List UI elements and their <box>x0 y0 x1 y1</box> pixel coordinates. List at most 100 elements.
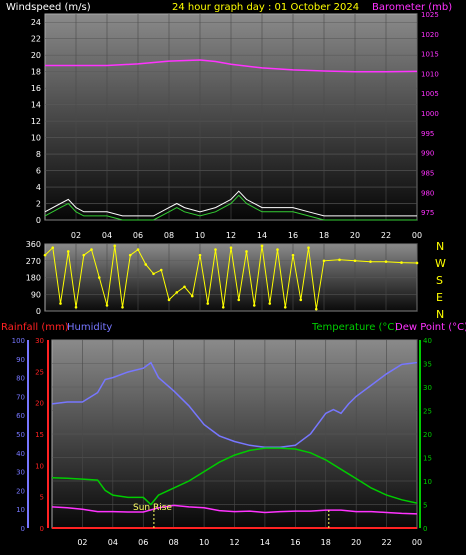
wind-direction-point <box>268 302 272 305</box>
wind-direction-point <box>90 248 93 251</box>
wind-x-tick-label: 08 <box>164 231 174 240</box>
wind-direction-point <box>353 259 357 263</box>
humidity-y-tick-label: 80 <box>16 375 25 383</box>
wind-direction-point <box>159 268 163 272</box>
compass-south: S <box>436 274 443 287</box>
barometer-axis-title: Barometer (mb) <box>372 2 452 13</box>
humidity-axis-title: Humidity <box>67 322 112 333</box>
wind-y-tick-label: 6 <box>36 167 41 176</box>
rainfall-y-tick-label: 0 <box>40 525 44 533</box>
humidity-y-tick-label: 90 <box>16 356 25 364</box>
wind-x-tick-label: 00 <box>412 231 422 240</box>
wind-y-tick-label: 22 <box>31 35 41 44</box>
temp-x-tick-label: 10 <box>199 538 209 547</box>
direction-y-tick-label: 90 <box>31 290 41 299</box>
humidity-y-tick-label: 40 <box>16 450 25 458</box>
temp-x-tick-label: 00 <box>412 538 422 547</box>
temperature-y-tick-label: 5 <box>423 502 427 510</box>
temp-x-tick-label: 14 <box>260 538 270 547</box>
wind-direction-point <box>338 258 341 262</box>
wind-direction-point <box>384 260 388 263</box>
rainfall-y-tick-label: 20 <box>35 400 44 408</box>
wind-y-tick-label: 2 <box>36 200 41 209</box>
rainfall-y-tick-label: 5 <box>40 494 44 502</box>
wind-direction-point <box>113 244 117 248</box>
temperature-y-tick-label: 30 <box>423 384 432 392</box>
wind-direction-point <box>51 246 55 250</box>
rainfall-axis-title: Rainfall (mm) <box>1 322 69 333</box>
barometer-y-tick-label: 985 <box>421 169 434 177</box>
wind-direction-point <box>183 285 186 289</box>
wind-x-tick-label: 10 <box>195 231 205 240</box>
direction-y-tick-label: 270 <box>26 257 41 266</box>
barometer-y-tick-label: 1020 <box>421 31 439 39</box>
wind-direction-point <box>291 253 295 257</box>
wind-direction-point <box>144 263 148 266</box>
humidity-y-tick-label: 10 <box>16 506 25 514</box>
temp-x-tick-label: 20 <box>351 538 361 547</box>
wind-direction-point <box>229 246 233 250</box>
wind-y-tick-label: 8 <box>36 150 41 159</box>
wind-x-tick-label: 06 <box>133 231 143 240</box>
rainfall-y-tick-label: 15 <box>35 431 44 439</box>
wind-direction-point <box>221 305 225 309</box>
barometer-y-tick-label: 1010 <box>421 70 439 78</box>
wind-x-tick-label: 12 <box>226 231 236 240</box>
rainfall-y-tick-label: 30 <box>35 337 44 345</box>
wind-direction-point <box>82 253 86 257</box>
wind-direction-point <box>198 253 202 257</box>
wind-direction-point <box>314 307 318 311</box>
wind-direction-point <box>152 272 155 276</box>
wind-direction-point <box>190 294 194 298</box>
wind-direction-point <box>299 298 303 302</box>
sunrise-label: Sun Rise <box>133 503 172 513</box>
humidity-y-tick-label: 20 <box>16 487 25 495</box>
direction-y-tick-label: 0 <box>36 307 41 316</box>
barometer-y-tick-label: 1015 <box>421 51 439 59</box>
dewpoint-axis-title: Dew Point (°C) <box>395 322 466 333</box>
humidity-y-tick-label: 50 <box>16 431 25 439</box>
temp-x-tick-label: 12 <box>229 538 239 547</box>
compass-east: E <box>436 291 443 304</box>
temp-x-tick-label: 22 <box>381 538 391 547</box>
compass-west: W <box>435 257 446 270</box>
wind-direction-point <box>59 302 62 305</box>
wind-direction-point <box>167 298 171 302</box>
compass-north-bottom: N <box>436 308 444 321</box>
weather-charts: Windspeed (m/s) 24 hour graph day : 01 O… <box>1 2 466 547</box>
wind-x-tick-label: 14 <box>257 231 267 240</box>
wind-x-tick-label: 22 <box>381 231 391 240</box>
barometer-y-tick-label: 995 <box>421 130 434 138</box>
wind-y-tick-label: 14 <box>31 101 41 110</box>
wind-y-tick-label: 20 <box>31 51 41 60</box>
wind-direction-point <box>214 248 217 251</box>
wind-direction-point <box>369 260 372 263</box>
wind-direction-point <box>128 253 132 257</box>
wind-direction-point <box>276 248 279 251</box>
wind-direction-point <box>121 305 124 309</box>
wind-direction-point <box>400 261 403 264</box>
wind-y-tick-label: 24 <box>31 18 41 27</box>
wind-direction-point <box>415 261 419 265</box>
temperature-y-tick-label: 0 <box>423 525 427 533</box>
temp-x-tick-label: 16 <box>290 538 300 547</box>
wind-direction-point <box>175 291 179 294</box>
wind-direction-point <box>136 248 140 251</box>
barometer-y-tick-label: 1025 <box>421 11 439 19</box>
wind-x-tick-label: 18 <box>319 231 329 240</box>
wind-direction-point <box>237 298 241 302</box>
humidity-y-tick-label: 0 <box>21 525 25 533</box>
wind-y-tick-label: 0 <box>36 216 41 225</box>
wind-direction-point <box>206 302 210 305</box>
wind-direction-point <box>260 244 264 248</box>
wind-direction-point <box>322 259 326 263</box>
wind-direction-point <box>74 305 78 309</box>
temp-x-tick-label: 02 <box>77 538 87 547</box>
temp-x-tick-label: 18 <box>321 538 331 547</box>
wind-x-tick-label: 02 <box>71 231 81 240</box>
compass-north-top: N <box>436 240 444 253</box>
direction-y-tick-label: 360 <box>26 240 41 249</box>
direction-y-tick-label: 180 <box>26 274 41 283</box>
wind-direction-point <box>245 250 248 253</box>
wind-y-tick-label: 12 <box>31 117 41 126</box>
